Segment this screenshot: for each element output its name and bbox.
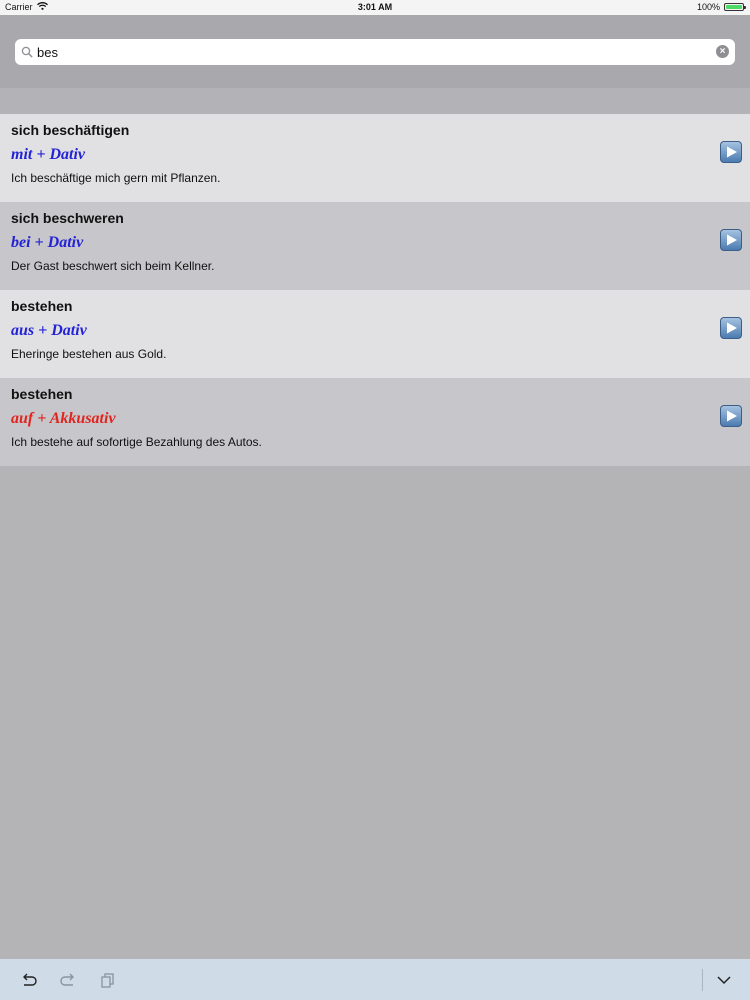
search-field[interactable]: × (15, 39, 735, 65)
status-time: 3:01 AM (357, 2, 393, 12)
example-sentence: Ich beschäftige mich gern mit Pflanzen. (11, 171, 221, 185)
verb-label: sich beschäftigen (11, 122, 130, 138)
list-item[interactable]: sich beschäftigen mit + Dativ Ich beschä… (0, 114, 750, 202)
play-icon (727, 322, 737, 334)
search-bar: × (0, 15, 750, 88)
example-sentence: Ich bestehe auf sofortige Bezahlung des … (11, 435, 262, 449)
example-sentence: Der Gast beschwert sich beim Kellner. (11, 259, 215, 273)
play-icon (727, 234, 737, 246)
search-input[interactable] (37, 42, 707, 62)
redo-icon[interactable] (59, 971, 77, 989)
verb-label: bestehen (11, 298, 73, 314)
undo-icon[interactable] (20, 971, 38, 989)
verb-label: sich beschweren (11, 210, 124, 226)
preposition-case-label: auf + Akkusativ (11, 410, 116, 427)
clear-icon[interactable]: × (716, 45, 729, 58)
section-spacer (0, 88, 750, 114)
battery-area: 100% (696, 2, 746, 12)
play-audio-button[interactable] (720, 141, 742, 163)
results-list: sich beschäftigen mit + Dativ Ich beschä… (0, 114, 750, 466)
copy-icon[interactable] (99, 971, 117, 989)
search-icon (21, 45, 35, 59)
play-audio-button[interactable] (720, 405, 742, 427)
play-icon (727, 410, 737, 422)
example-sentence: Eheringe bestehen aus Gold. (11, 347, 167, 361)
list-item[interactable]: bestehen auf + Akkusativ Ich bestehe auf… (0, 378, 750, 466)
chevron-down-icon[interactable] (715, 971, 733, 989)
play-audio-button[interactable] (720, 317, 742, 339)
keyboard-toolbar (0, 959, 750, 1000)
preposition-case-label: mit + Dativ (11, 146, 85, 163)
play-audio-button[interactable] (720, 229, 742, 251)
play-icon (727, 146, 737, 158)
toolbar-divider (702, 969, 703, 991)
list-item[interactable]: sich beschweren bei + Dativ Der Gast bes… (0, 202, 750, 290)
preposition-case-label: bei + Dativ (11, 234, 84, 251)
list-item[interactable]: bestehen aus + Dativ Eheringe bestehen a… (0, 290, 750, 378)
preposition-case-label: aus + Dativ (11, 322, 87, 339)
battery-icon (724, 3, 746, 11)
status-bar: Carrier 3:01 AM 100% (0, 0, 750, 15)
verb-label: bestehen (11, 386, 73, 402)
battery-percent: 100% (696, 2, 720, 12)
